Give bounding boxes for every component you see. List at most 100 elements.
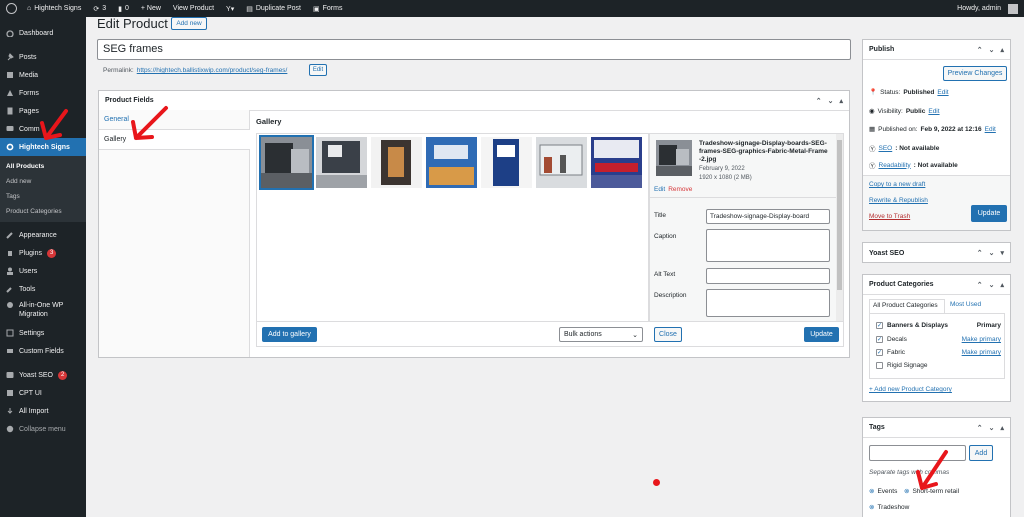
attachment-alt-input[interactable] [706,268,830,284]
submenu-tags[interactable]: Tags [0,189,86,204]
date-edit-link[interactable]: Edit [985,126,996,133]
preview-changes-button[interactable]: Preview Changes [943,66,1007,81]
gear-icon [6,143,14,151]
category-checkbox[interactable] [876,362,883,369]
gallery-thumb-5[interactable] [481,137,532,188]
move-down-icon[interactable]: ⌄ [989,424,995,432]
product-title-input[interactable]: SEG frames [97,39,851,60]
copy-draft-link[interactable]: Copy to a new draft [869,181,925,188]
gallery-thumb-6[interactable] [536,137,587,188]
toggle-panel-icon[interactable]: ▴ [1000,424,1004,432]
gallery-thumb-4[interactable] [426,137,477,188]
updates-link[interactable]: ⟳ 3 [87,0,112,17]
menu-plugins[interactable]: Plugins 3 [0,244,86,262]
submenu-add-new[interactable]: Add new [0,174,86,189]
comments-link[interactable]: ▮ 0 [112,0,135,17]
menu-yoast-seo[interactable]: Yoast SEO 2 [0,366,86,384]
tab-most-used[interactable]: Most Used [950,301,981,308]
attachment-title-input[interactable]: Tradeshow-signage-Display-board [706,209,830,224]
readability-link[interactable]: Readability [879,162,911,169]
visibility-edit-link[interactable]: Edit [928,108,939,115]
category-checkbox[interactable]: ✓ [876,349,883,356]
gallery-thumb-2[interactable] [316,137,367,188]
menu-users[interactable]: Users [0,262,86,280]
menu-tools[interactable]: Tools [0,280,86,298]
tag-item: ⊗ Events [869,487,898,496]
collapse-menu-button[interactable]: Collapse menu [0,420,86,438]
submenu-product-categories[interactable]: Product Categories [0,204,86,219]
move-to-trash-link[interactable]: Move to Trash [869,213,910,220]
seo-link[interactable]: SEO [879,145,893,152]
move-down-icon[interactable]: ⌄ [989,46,995,54]
yoast-header[interactable]: Yoast SEO ⌃ ⌄ ▾ [863,243,1010,263]
attachment-remove-link[interactable]: Remove [668,186,692,193]
attachment-edit-link[interactable]: Edit [654,186,665,193]
menu-cpt-ui[interactable]: CPT UI [0,384,86,402]
pin-icon [6,53,14,61]
details-scrollbar[interactable] [836,134,843,321]
make-primary-link[interactable]: Make primary [962,349,1001,356]
toggle-panel-icon[interactable]: ▴ [839,97,843,105]
add-to-gallery-button[interactable]: Add to gallery [262,327,317,342]
wordpress-logo-icon[interactable] [6,3,17,14]
category-checkbox[interactable]: ✓ [876,336,883,343]
chevron-down-icon: ⌄ [632,332,638,339]
category-checkbox[interactable]: ✓ [876,322,883,329]
toggle-panel-icon[interactable]: ▴ [1000,281,1004,289]
tab-general[interactable]: General [99,110,250,130]
toggle-panel-icon[interactable]: ▾ [1000,249,1004,257]
move-down-icon[interactable]: ⌄ [989,281,995,289]
move-up-icon[interactable]: ⌃ [977,46,983,54]
add-new-button[interactable]: Add new [171,17,207,30]
yoast-bar-icon[interactable]: Y▾ [220,0,240,17]
move-up-icon[interactable]: ⌃ [977,424,983,432]
permalink-url[interactable]: https://hightech.ballistixwip.com/produc… [137,67,288,74]
remove-tag-icon[interactable]: ⊗ [904,487,909,495]
add-tag-button[interactable]: Add [969,445,993,461]
tab-all-categories[interactable]: All Product Categories [869,299,945,313]
remove-tag-icon[interactable]: ⊗ [869,503,874,511]
add-new-category-link[interactable]: + Add new Product Category [869,386,952,393]
permalink-edit-button[interactable]: Edit [309,64,327,76]
menu-all-in-one-migration[interactable]: All-in-One WP Migration [0,298,86,324]
gallery-thumb-7[interactable] [591,137,642,188]
rewrite-republish-link[interactable]: Rewrite & Republish [869,197,928,204]
close-details-button[interactable]: Close [654,327,682,342]
menu-all-import[interactable]: All Import [0,402,86,420]
forms-link[interactable]: ▣ Forms [307,0,348,17]
remove-tag-icon[interactable]: ⊗ [869,487,874,495]
yoast-seo-icon: Ⓨ [869,146,876,153]
duplicate-post-link[interactable]: ▤ Duplicate Post [240,0,307,17]
menu-posts[interactable]: Posts [0,48,86,66]
site-name-link[interactable]: ⌂ Hightech Signs [21,0,87,17]
account-menu[interactable]: Howdy, admin [951,0,1024,17]
move-down-icon[interactable]: ⌄ [828,97,834,105]
menu-settings[interactable]: Settings [0,324,86,342]
gallery-thumb-1[interactable] [259,135,314,190]
update-attachment-button[interactable]: Update [804,327,839,342]
move-up-icon[interactable]: ⌃ [977,249,983,257]
menu-media[interactable]: Media [0,66,86,84]
new-content-link[interactable]: + New [135,0,167,17]
move-down-icon[interactable]: ⌄ [989,249,995,257]
menu-custom-fields[interactable]: Custom Fields [0,342,86,360]
menu-forms[interactable]: Forms [0,84,86,102]
category-item: ✓ Banners & Displays Primary [876,322,1001,329]
submenu-all-products[interactable]: All Products [0,159,86,174]
move-up-icon[interactable]: ⌃ [977,281,983,289]
attachment-description-input[interactable] [706,289,830,317]
gallery-thumb-3[interactable] [371,137,422,188]
comment-icon: ▮ [118,5,122,13]
view-product-link[interactable]: View Product [167,0,220,17]
attachment-caption-input[interactable] [706,229,830,262]
menu-dashboard[interactable]: Dashboard [0,24,86,42]
update-button[interactable]: Update [971,205,1007,222]
status-edit-link[interactable]: Edit [937,89,948,96]
make-primary-link[interactable]: Make primary [962,336,1001,343]
bulk-actions-select[interactable]: Bulk actions ⌄ [559,327,643,342]
menu-appearance[interactable]: Appearance [0,226,86,244]
toggle-panel-icon[interactable]: ▴ [1000,46,1004,54]
move-up-icon[interactable]: ⌃ [816,97,822,105]
media-icon [6,71,14,79]
tab-gallery[interactable]: Gallery [99,130,250,150]
